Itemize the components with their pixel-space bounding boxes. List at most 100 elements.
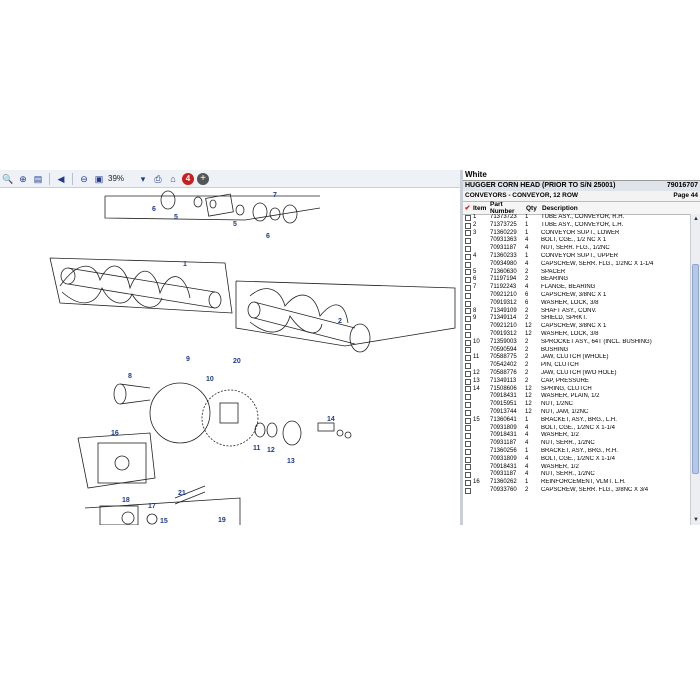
- row-checkbox[interactable]: [463, 238, 472, 245]
- row-part-number[interactable]: 70919312: [490, 300, 523, 308]
- table-row[interactable]: 9 71349114 2 SHIELD, SPRKT.: [463, 315, 690, 323]
- row-part-number[interactable]: 70931187: [490, 440, 523, 448]
- table-row[interactable]: 70933760 2 CAPSCREW, SERR. FLG., 3/8NC X 3…: [463, 487, 690, 495]
- row-checkbox[interactable]: [463, 355, 472, 362]
- row-part-number[interactable]: 70542402: [490, 362, 523, 370]
- row-checkbox[interactable]: [463, 487, 472, 494]
- row-checkbox[interactable]: [463, 370, 472, 377]
- row-checkbox[interactable]: [463, 316, 472, 323]
- fit-page-icon[interactable]: ▣: [93, 173, 105, 185]
- table-row[interactable]: 13 71349113 2 CAP, PRESSURE: [463, 378, 690, 386]
- scroll-thumb[interactable]: [692, 264, 699, 474]
- table-row[interactable]: 70921210 6 CAPSCREW, 3/8NC X 1: [463, 292, 690, 300]
- row-part-number[interactable]: 71360630: [490, 269, 523, 277]
- row-part-number[interactable]: 71349113: [490, 378, 523, 386]
- table-row[interactable]: 70931187 4 NUT, SERR. FLG., 1/2NC: [463, 245, 690, 253]
- table-row[interactable]: 8 71349109 2 SHAFT ASY., CONV.: [463, 308, 690, 316]
- row-checkbox[interactable]: [463, 214, 472, 221]
- table-row[interactable]: 70913744 12 NUT, JAM, 1/2NC: [463, 409, 690, 417]
- row-checkbox[interactable]: [463, 394, 472, 401]
- col-item[interactable]: Item: [472, 205, 490, 212]
- table-row[interactable]: 70921210 12 CAPSCREW, 3/8NC X 1: [463, 323, 690, 331]
- zoom-in-icon[interactable]: ⊕: [17, 173, 29, 185]
- row-checkbox[interactable]: [463, 277, 472, 284]
- table-row[interactable]: 2 71373725 1 TUBE ASY., CONVEYOR, L.H.: [463, 222, 690, 230]
- row-checkbox[interactable]: [463, 472, 472, 479]
- table-row[interactable]: 70918431 4 WASHER, 1/2: [463, 432, 690, 440]
- first-page-icon[interactable]: ◀: [55, 173, 67, 185]
- row-checkbox[interactable]: [463, 230, 472, 237]
- table-row[interactable]: 70931363 4 BOLT, CGE., 1/2 NC X 1: [463, 237, 690, 245]
- row-checkbox[interactable]: [463, 347, 472, 354]
- row-checkbox[interactable]: [463, 292, 472, 299]
- row-part-number[interactable]: 70931809: [490, 425, 523, 433]
- row-checkbox[interactable]: [463, 448, 472, 455]
- row-checkbox[interactable]: [463, 417, 472, 424]
- row-checkbox[interactable]: [463, 339, 472, 346]
- row-part-number[interactable]: 71360641: [490, 417, 523, 425]
- table-row[interactable]: 15 71360641 1 BRACKET, ASY., BRG., L.H.: [463, 417, 690, 425]
- table-row[interactable]: 5 71360630 2 SPACER: [463, 269, 690, 277]
- row-checkbox[interactable]: [463, 386, 472, 393]
- row-part-number[interactable]: 70931363: [490, 237, 523, 245]
- table-row[interactable]: 70931809 4 BOLT, CGE., 1/2NC X 1-1/4: [463, 425, 690, 433]
- row-checkbox[interactable]: [463, 456, 472, 463]
- table-row[interactable]: 7 71192243 4 FLANGE, BEARING: [463, 284, 690, 292]
- row-checkbox[interactable]: [463, 402, 472, 409]
- row-checkbox[interactable]: [463, 433, 472, 440]
- check-all-icon[interactable]: ✔: [463, 204, 472, 212]
- table-row[interactable]: 70919312 12 WASHER, LOCK, 3/8: [463, 331, 690, 339]
- row-part-number[interactable]: 70918431: [490, 432, 523, 440]
- col-part-number[interactable]: Part Number: [490, 201, 526, 215]
- row-checkbox[interactable]: [463, 300, 472, 307]
- scroll-up-icon[interactable]: ▲: [692, 215, 700, 223]
- zoom-dropdown-icon[interactable]: ▾: [137, 173, 149, 185]
- table-row[interactable]: 70918431 12 WASHER, PLAIN, 1/2: [463, 393, 690, 401]
- row-checkbox[interactable]: [463, 253, 472, 260]
- table-row[interactable]: 14 71508606 12 SPRING, CLUTCH: [463, 386, 690, 394]
- row-checkbox[interactable]: [463, 479, 472, 486]
- row-checkbox[interactable]: [463, 441, 472, 447]
- row-part-number[interactable]: 71349109: [490, 308, 523, 316]
- scroll-down-icon[interactable]: ▼: [692, 516, 700, 524]
- row-part-number[interactable]: 71197194: [490, 276, 523, 284]
- row-checkbox[interactable]: [463, 246, 472, 253]
- notification-badge[interactable]: 4: [182, 172, 194, 185]
- table-row[interactable]: 70915951 12 NUT, 1/2NC: [463, 401, 690, 409]
- row-checkbox[interactable]: [463, 425, 472, 432]
- row-part-number[interactable]: 70588775: [490, 354, 523, 362]
- row-part-number[interactable]: 70918431: [490, 393, 523, 401]
- row-checkbox[interactable]: [463, 409, 472, 416]
- row-checkbox[interactable]: [463, 464, 472, 471]
- table-row[interactable]: 12 70588776 2 JAW, CLUTCH (W/O HOLE): [463, 370, 690, 378]
- home-icon[interactable]: ⌂: [167, 173, 179, 185]
- row-checkbox[interactable]: [463, 261, 472, 268]
- table-row[interactable]: 70919312 6 WASHER, LOCK, 3/8: [463, 300, 690, 308]
- row-part-number[interactable]: 70590594: [490, 347, 523, 355]
- table-row[interactable]: 11 70588775 2 JAW, CLUTCH (WHOLE): [463, 354, 690, 362]
- row-part-number[interactable]: 71360262: [490, 479, 523, 487]
- table-row[interactable]: 10 71359003 2 SPROCKET ASY., 64T (INCL. BUS…: [463, 339, 690, 347]
- col-description[interactable]: Description: [542, 205, 700, 212]
- row-part-number[interactable]: 71359003: [490, 339, 523, 347]
- row-part-number[interactable]: 71508606: [490, 386, 523, 394]
- row-part-number[interactable]: 70934980: [490, 261, 523, 269]
- table-row[interactable]: 3 71360229 1 CONVEYOR SUPT., LOWER: [463, 230, 690, 238]
- zoom-level[interactable]: 39%: [108, 174, 134, 183]
- row-checkbox[interactable]: [463, 269, 472, 276]
- row-part-number[interactable]: 70921210: [490, 292, 523, 300]
- row-checkbox[interactable]: [463, 331, 472, 338]
- row-checkbox[interactable]: [463, 324, 472, 331]
- row-part-number[interactable]: 70588776: [490, 370, 523, 378]
- print-icon[interactable]: ⎙: [152, 173, 164, 185]
- row-part-number[interactable]: 70931187: [490, 245, 523, 253]
- row-part-number[interactable]: 71360256: [490, 448, 523, 456]
- table-row[interactable]: 70542402 2 PIN, CLUTCH: [463, 362, 690, 370]
- row-checkbox[interactable]: [463, 378, 472, 385]
- table-row[interactable]: 70931187 4 NUT, SERR., 1/2NC: [463, 471, 690, 479]
- table-row[interactable]: 70931187 4 NUT, SERR., 1/2NC: [463, 440, 690, 448]
- row-part-number[interactable]: 71360229: [490, 230, 523, 238]
- table-row[interactable]: 70931809 4 BOLT, CGE., 1/2NC X 1-1/4: [463, 456, 690, 464]
- row-part-number[interactable]: 71349114: [490, 315, 523, 323]
- zoom-out-icon[interactable]: ⊖: [78, 173, 90, 185]
